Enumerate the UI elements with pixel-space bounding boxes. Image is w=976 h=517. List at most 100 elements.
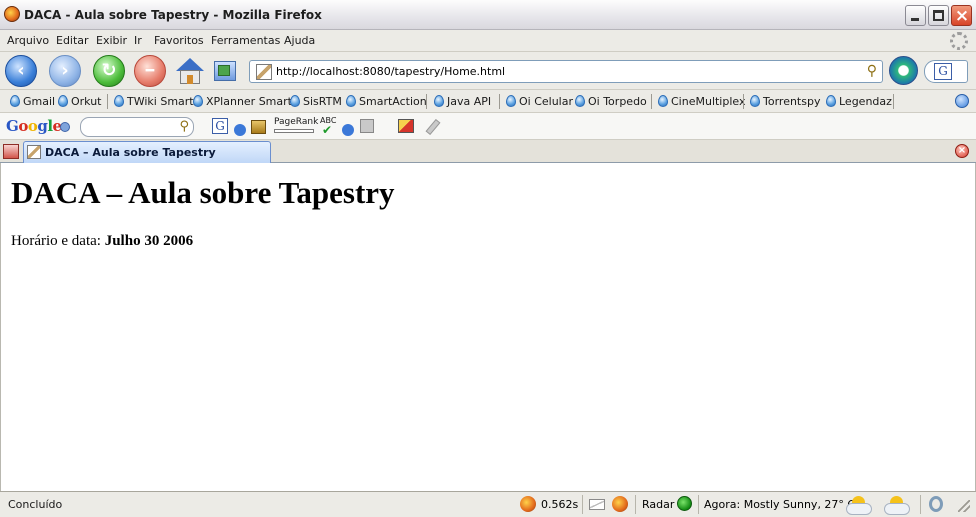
rss-icon[interactable] [360,119,374,133]
bookmark-separator [107,94,108,109]
pencil-icon[interactable] [425,119,439,133]
date-line: Horário e data: Julho 30 2006 [11,233,193,250]
settings-icon[interactable] [929,496,943,512]
google-search-button[interactable]: G [212,118,228,134]
search-engine-button[interactable]: G [924,60,968,83]
bookmark-icon [434,95,444,107]
bookmark-torrentspy[interactable]: Torrentspy [750,95,820,108]
tab-favicon [27,145,41,159]
stop-icon: ━ [145,63,155,79]
bookmark-icon [750,95,760,107]
bookmark-twiki-smart[interactable]: TWiki Smart [114,95,194,108]
bookmark-cinemultiplex[interactable]: CineMultiplex [658,95,746,108]
menu-exibir[interactable]: Exibir [96,34,127,47]
screenshot-button[interactable] [214,61,236,81]
google-icon: G [934,63,952,80]
pagerank-bar [274,129,314,133]
page-heading: DACA – Aula sobre Tapestry [11,175,395,210]
maximize-icon [933,10,944,21]
minimize-button[interactable] [905,5,926,26]
bookmark-legendaz[interactable]: Legendaz [826,95,892,108]
bookmark-separator [893,94,894,109]
maximize-button[interactable] [928,5,949,26]
bookmark-separator [499,94,500,109]
bookmark-icon [58,95,68,107]
bookmark-gmail[interactable]: Gmail [10,95,55,108]
date-label: Horário e data: [11,233,101,249]
bookmark-oi-torpedo[interactable]: Oi Torpedo [575,95,647,108]
reload-button[interactable]: ↻ [93,55,125,87]
bookmark-icon [658,95,668,107]
google-toolbar: Google ⚲ G PageRank ABC ✔ [0,113,976,140]
menu-favoritos[interactable]: Favoritos [154,34,204,47]
bookmark-java-api[interactable]: Java API [434,95,491,108]
new-tab-icon[interactable] [3,144,19,159]
window-title: DACA - Aula sobre Tapestry - Mozilla Fir… [24,8,322,22]
back-arrow-icon: ‹ [17,60,25,81]
google-options-icon[interactable] [60,122,70,132]
google-search-input[interactable]: ⚲ [80,117,194,137]
dropdown-icon[interactable] [342,124,354,136]
status-bar: Concluído 0.562s Radar Agora: Mostly Sun… [0,491,976,517]
url-dropdown-icon[interactable]: ⚲ [867,63,877,79]
close-tab-icon[interactable]: × [955,144,969,158]
popup-blocker-icon[interactable] [251,120,266,134]
menu-ajuda[interactable]: Ajuda [284,34,315,47]
navigation-toolbar: ‹ › ↻ ━ ⚲ G [0,52,976,90]
bookmark-icon [826,95,836,107]
close-window-button[interactable]: × [951,5,972,26]
search-dropdown-icon[interactable]: ⚲ [179,119,189,134]
radar-icon[interactable] [677,496,692,511]
title-bar: DACA - Aula sobre Tapestry - Mozilla Fir… [0,0,976,30]
tab-daca-aula[interactable]: DACA – Aula sobre Tapestry [23,141,271,163]
pagerank-indicator[interactable]: PageRank [274,117,318,133]
firefox-icon[interactable] [4,6,20,22]
gmail-notifier-icon[interactable] [589,499,605,510]
bookmark-sisrtm[interactable]: SisRTM [290,95,342,108]
menu-ir[interactable]: Ir [134,34,142,47]
url-bar[interactable]: ⚲ [249,60,883,83]
menu-arquivo[interactable]: Arquivo [7,34,49,47]
bookmark-separator [651,94,652,109]
dropdown-icon[interactable] [234,124,246,136]
menu-ferramentas[interactable]: Ferramentas [211,34,280,47]
weather-text[interactable]: Agora: Mostly Sunny, 27° C [704,498,855,511]
forward-arrow-icon: › [61,60,69,81]
more-bookmarks-chevron-icon[interactable] [955,94,969,108]
radar-label[interactable]: Radar [642,498,674,511]
firefox-extension-icon[interactable] [612,496,628,512]
forward-button[interactable]: › [49,55,81,87]
screenshot-icon [218,65,230,76]
bookmark-icon [193,95,203,107]
bookmark-icon [290,95,300,107]
bookmark-orkut[interactable]: Orkut [58,95,102,108]
partly-sunny-icon[interactable] [884,496,914,515]
bookmark-icon [346,95,356,107]
bookmark-xplanner-smart[interactable]: XPlanner Smart [193,95,292,108]
menu-editar[interactable]: Editar [56,34,89,47]
google-logo[interactable]: Google [6,117,62,135]
go-button[interactable] [889,56,918,85]
picasa-icon[interactable] [398,119,414,133]
url-input[interactable] [276,63,856,80]
spellcheck-button[interactable]: ABC ✔ [320,116,336,137]
resize-grip-icon[interactable] [958,500,970,512]
firebug-icon[interactable] [520,496,536,512]
home-button[interactable] [175,56,205,86]
date-value: Julho 30 2006 [104,233,194,249]
bookmark-smartaction[interactable]: SmartAction [346,95,427,108]
close-icon: × [954,6,970,26]
bookmark-separator [743,94,744,109]
status-text: Concluído [8,498,63,511]
bookmarks-toolbar: Gmail Orkut TWiki Smart XPlanner Smart S… [0,90,976,113]
check-icon: ✔ [322,123,333,137]
bookmark-oi-celular[interactable]: Oi Celular [506,95,573,108]
status-separator [635,495,636,514]
back-button[interactable]: ‹ [5,55,37,87]
bookmark-icon [114,95,124,107]
stop-button[interactable]: ━ [134,55,166,87]
minimize-icon [911,18,919,21]
tab-label: DACA – Aula sobre Tapestry [45,146,216,159]
throbber-icon [950,32,968,50]
partly-sunny-icon[interactable] [846,496,872,515]
